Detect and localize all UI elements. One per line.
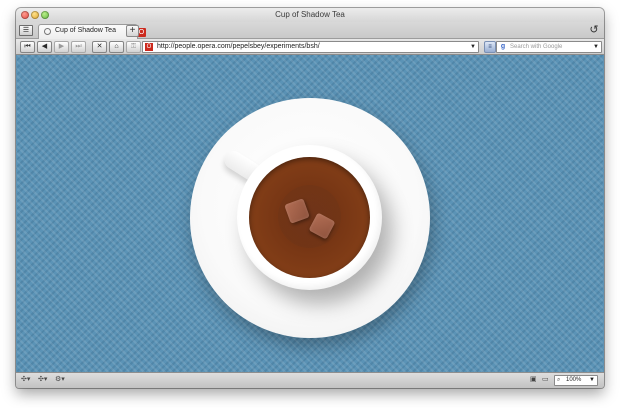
zoom-icon: ⌕ (557, 377, 561, 383)
zoom-level: 100% (566, 377, 582, 383)
stop-button[interactable]: ✕ (92, 41, 107, 53)
page-content (16, 55, 604, 373)
status-settings-icon[interactable]: ⚙▾ (55, 375, 65, 385)
new-tab-button[interactable]: + (126, 25, 139, 37)
search-dropdown-icon[interactable]: ▼ (593, 42, 599, 52)
zoom-dropdown-icon[interactable]: ▼ (589, 376, 595, 385)
closed-tabs-icon[interactable]: ↺ (588, 24, 600, 36)
search-field[interactable]: g Search with Google ▼ (496, 41, 602, 53)
window-title: Cup of Shadow Tea (275, 10, 345, 19)
status-bar: ✣▾ ✣▾ ⚙▾ ▣ ▭ ⌕ 100% ▼ (16, 372, 604, 388)
wand-button[interactable]: ⚿ (126, 41, 141, 53)
browser-window: Cup of Shadow Tea ☰ Cup of Shadow Tea O … (16, 8, 604, 388)
rewind-button[interactable]: ⏮ (20, 41, 35, 53)
zoom-control[interactable]: ⌕ 100% ▼ (554, 375, 598, 386)
address-bar[interactable]: O http://people.opera.com/pepelsbey/expe… (142, 41, 479, 53)
status-image-toggle-icon[interactable]: ▣ (530, 375, 537, 385)
tab-title: Cup of Shadow Tea (55, 27, 116, 34)
google-search-icon[interactable]: g (499, 43, 507, 51)
status-view-toggle-icon[interactable]: ▭ (542, 375, 549, 385)
address-url[interactable]: http://people.opera.com/pepelsbey/experi… (157, 42, 320, 52)
status-tools-icon[interactable]: ✣▾ (21, 375, 30, 385)
forward-button[interactable]: ▶ (54, 41, 69, 53)
address-dropdown-icon[interactable]: ▼ (470, 42, 476, 52)
status-widgets-icon[interactable]: ✣▾ (38, 375, 47, 385)
home-button[interactable]: ⌂ (109, 41, 124, 53)
panel-toggle-icon[interactable]: ☰ (19, 25, 33, 36)
fast-forward-button[interactable]: ⏭ (71, 41, 86, 53)
tab-bar: ☰ Cup of Shadow Tea O + ↺ (16, 22, 604, 39)
site-favicon-icon: O (145, 43, 153, 51)
back-button[interactable]: ◀ (37, 41, 52, 53)
feed-icon[interactable]: ≡ (484, 41, 496, 53)
tab-favicon-icon (44, 28, 51, 35)
navigation-toolbar: ⏮ ◀ ▶ ⏭ ✕ ⌂ ⚿ O http://people.opera.com/… (16, 39, 604, 55)
title-bar: Cup of Shadow Tea (16, 8, 604, 22)
tab-cup-of-shadow-tea[interactable]: Cup of Shadow Tea O (38, 24, 146, 39)
search-placeholder[interactable]: Search with Google (510, 42, 562, 52)
